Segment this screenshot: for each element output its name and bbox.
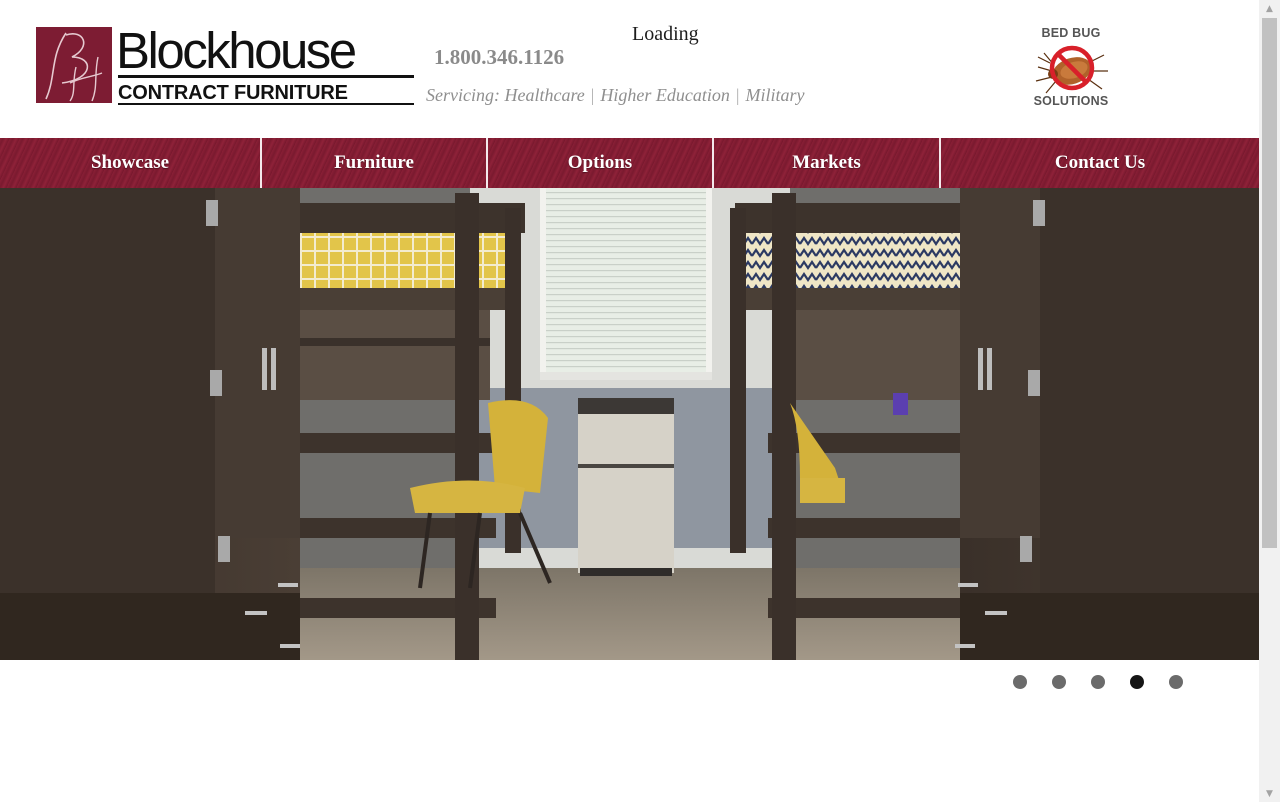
separator: | (735, 85, 740, 105)
main-nav: Showcase Furniture Options Markets Conta… (0, 138, 1259, 188)
slide-dot-4[interactable] (1130, 675, 1144, 689)
market-healthcare: Healthcare (504, 85, 585, 105)
badge-bottom-text: SOLUTIONS (1033, 94, 1109, 108)
bed-bug-prohibited-icon (1035, 45, 1108, 94)
nav-showcase[interactable]: Showcase (0, 138, 262, 188)
market-military: Military (745, 85, 805, 105)
slide-dot-1[interactable] (1013, 675, 1027, 689)
scroll-up-icon[interactable]: ▲ (1259, 0, 1280, 17)
logo-monogram (36, 27, 112, 103)
scroll-down-icon[interactable]: ▼ (1259, 785, 1280, 802)
servicing-line: Servicing: Healthcare | Higher Education | M… (426, 85, 804, 106)
separator: | (590, 85, 595, 105)
servicing-prefix: Servicing: (426, 85, 500, 105)
nav-markets[interactable]: Markets (714, 138, 941, 188)
bed-bug-solutions-badge[interactable]: BED BUG SOLUTIONS (1028, 26, 1114, 110)
slide-dot-5[interactable] (1169, 675, 1183, 689)
page-scrollbar[interactable]: ▲ ▼ (1259, 0, 1280, 802)
phone-number[interactable]: 1.800.346.1126 (434, 45, 564, 70)
nav-options[interactable]: Options (488, 138, 714, 188)
logo-name: Blockhouse (116, 22, 357, 79)
nav-contact-us[interactable]: Contact Us (941, 138, 1259, 188)
scrollbar-thumb[interactable] (1262, 18, 1277, 548)
logo-rule (118, 103, 414, 105)
badge-top-text: BED BUG (1041, 26, 1101, 40)
nav-furniture[interactable]: Furniture (262, 138, 488, 188)
logo-rule (118, 75, 414, 78)
slider-pagination (1013, 675, 1183, 689)
logo-subtext: CONTRACT FURNITURE (118, 82, 348, 104)
slide-dot-2[interactable] (1052, 675, 1066, 689)
market-higher-education: Higher Education (600, 85, 730, 105)
site-logo[interactable]: Blockhouse CONTRACT FURNITURE (36, 22, 416, 107)
hero-slide-image[interactable] (0, 188, 1259, 660)
loading-text: Loading (632, 23, 699, 45)
slide-dot-3[interactable] (1091, 675, 1105, 689)
